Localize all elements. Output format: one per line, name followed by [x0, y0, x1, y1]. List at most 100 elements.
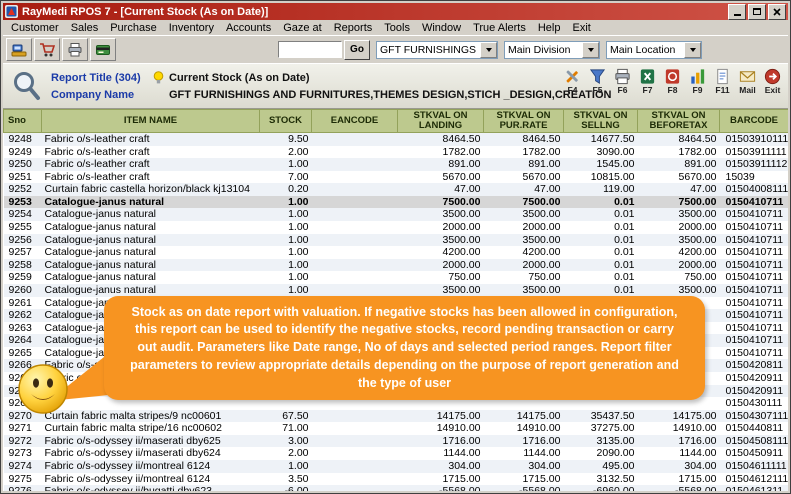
column-header-sno[interactable]: Sno — [4, 110, 42, 133]
sales-cart-button[interactable] — [34, 38, 60, 61]
export-pdf-button[interactable]: F8 — [660, 67, 685, 95]
go-button[interactable]: Go — [344, 40, 370, 60]
cell-sno: 9263 — [4, 322, 42, 335]
cell-sno: 9248 — [4, 133, 42, 146]
table-row[interactable]: 9275 Fabric o/s-odyssey ii/montreal 6124… — [4, 473, 789, 486]
column-header-stock[interactable]: STOCK — [260, 110, 312, 133]
notes-action-button[interactable]: F11 — [710, 67, 735, 95]
table-row[interactable]: 9272 Fabric o/s-odyssey ii/maserati dby6… — [4, 435, 789, 448]
table-row[interactable]: 9270 Curtain fabric malta stripes/9 nc00… — [4, 410, 789, 423]
menu-item[interactable]: True Alerts — [467, 22, 532, 34]
table-row[interactable]: 9271 Curtain fabric malta stripe/16 nc00… — [4, 422, 789, 435]
table-row[interactable]: 9260 Catalogue-janus natural 1.00 3500.0… — [4, 284, 789, 297]
cell-stkval-purrate: 7500.00 — [484, 196, 564, 209]
card-icon — [95, 42, 111, 58]
search-input[interactable] — [278, 41, 342, 58]
app-window: RayMedi RPOS 7 - [Current Stock (As on D… — [0, 0, 791, 494]
cell-stkval-beforetax: -5568.00 — [638, 485, 720, 491]
table-row[interactable]: 9276 Fabric o/s-odyssey ii/bugatti dby62… — [4, 485, 789, 491]
shopping-cart-icon — [39, 42, 55, 58]
cell-sno: 9254 — [4, 208, 42, 221]
table-row[interactable]: 9251 Fabric o/s-leather craft 7.00 5670.… — [4, 171, 789, 184]
menu-item[interactable]: Tools — [378, 22, 416, 34]
menu-item[interactable]: Purchase — [104, 22, 162, 34]
cell-item-name: Catalogue-janus natural — [42, 208, 260, 221]
cell-stkval-purrate: 891.00 — [484, 158, 564, 171]
table-row[interactable]: 9258 Catalogue-janus natural 1.00 2000.0… — [4, 259, 789, 272]
menu-item[interactable]: Window — [416, 22, 467, 34]
cell-eancode — [312, 259, 398, 272]
cell-item-name: Fabric o/s-leather craft — [42, 133, 260, 146]
division-filter-dropdown[interactable]: Main Division — [504, 41, 600, 59]
cell-eancode — [312, 422, 398, 435]
table-row[interactable]: 9257 Catalogue-janus natural 1.00 4200.0… — [4, 246, 789, 259]
cell-stkval-beforetax: 1144.00 — [638, 447, 720, 460]
column-header-eancode[interactable]: EANCODE — [312, 110, 398, 133]
column-header-stkval-purrate[interactable]: STKVAL ON PUR.RATE — [484, 110, 564, 133]
payment-card-button[interactable] — [90, 38, 116, 61]
chart-icon — [688, 67, 707, 86]
company-filter-dropdown[interactable]: GFT FURNISHINGS — [376, 41, 498, 59]
cell-stkval-purrate: 1716.00 — [484, 435, 564, 448]
table-row[interactable]: 9255 Catalogue-janus natural 1.00 2000.0… — [4, 221, 789, 234]
cell-eancode — [312, 246, 398, 259]
cell-stkval-purrate: -5568.00 — [484, 485, 564, 491]
pos-register-button[interactable] — [6, 38, 32, 61]
configure-action-button[interactable]: F4 — [560, 67, 585, 95]
menu-item[interactable]: Exit — [566, 22, 596, 34]
menu-item[interactable]: Help — [532, 22, 567, 34]
cell-stkval-landing: 5670.00 — [398, 171, 484, 184]
cell-stkval-beforetax: 3500.00 — [638, 284, 720, 297]
menu-item[interactable]: Sales — [65, 22, 105, 34]
menu-item[interactable]: Inventory — [163, 22, 220, 34]
cell-barcode: 0150410711 — [720, 284, 789, 297]
cell-sno: 9249 — [4, 146, 42, 159]
action-label: F5 — [593, 86, 603, 95]
cell-sno: 9275 — [4, 473, 42, 486]
column-header-stkval-sellng[interactable]: STKVAL ON SELLNG — [564, 110, 638, 133]
minimize-button[interactable] — [728, 4, 746, 20]
cell-barcode: 0150410711 — [720, 196, 789, 209]
cell-stkval-beforetax: 14175.00 — [638, 410, 720, 423]
cell-stkval-landing: 1715.00 — [398, 473, 484, 486]
table-row[interactable]: 9252 Curtain fabric castella horizon/bla… — [4, 183, 789, 196]
cell-item-name: Fabric o/s-odyssey ii/maserati dby625 — [42, 435, 260, 448]
filter-action-button[interactable]: F5 — [585, 67, 610, 95]
column-header-stkval-landing[interactable]: STKVAL ON LANDING — [398, 110, 484, 133]
table-row[interactable]: 9250 Fabric o/s-leather craft 1.00 891.0… — [4, 158, 789, 171]
mail-action-button[interactable]: Mail — [735, 67, 760, 95]
close-button[interactable] — [768, 4, 786, 20]
column-header-item-name[interactable]: ITEM NAME — [42, 110, 260, 133]
cell-stock: 2.00 — [260, 146, 312, 159]
table-row[interactable]: 9256 Catalogue-janus natural 1.00 3500.0… — [4, 234, 789, 247]
menu-item[interactable]: Customer — [5, 22, 65, 34]
report-header-text: Report Title (304) Current Stock (As on … — [51, 71, 611, 101]
menu-item[interactable]: Reports — [328, 22, 379, 34]
cell-stkval-purrate: 304.00 — [484, 460, 564, 473]
column-header-stkval-beforetax[interactable]: STKVAL ON BEFORETAX — [638, 110, 720, 133]
menu-item[interactable]: Accounts — [220, 22, 277, 34]
print-action-button[interactable]: F6 — [610, 67, 635, 95]
table-row[interactable]: 9249 Fabric o/s-leather craft 2.00 1782.… — [4, 146, 789, 159]
table-row[interactable]: 9253 Catalogue-janus natural 1.00 7500.0… — [4, 196, 789, 209]
table-row[interactable]: 9259 Catalogue-janus natural 1.00 750.00… — [4, 271, 789, 284]
table-row[interactable]: 9274 Fabric o/s-odyssey ii/montreal 6124… — [4, 460, 789, 473]
print-receipt-button[interactable] — [62, 38, 88, 61]
export-excel-button[interactable]: F7 — [635, 67, 660, 95]
location-filter-dropdown[interactable]: Main Location — [606, 41, 702, 59]
cell-eancode — [312, 158, 398, 171]
cell-sno: 9257 — [4, 246, 42, 259]
cell-stock: 1.00 — [260, 246, 312, 259]
maximize-button[interactable] — [748, 4, 766, 20]
menu-item[interactable]: Gaze at — [277, 22, 328, 34]
chart-action-button[interactable]: F9 — [685, 67, 710, 95]
cell-eancode — [312, 435, 398, 448]
cell-barcode: 0150461311 — [720, 485, 789, 491]
table-row[interactable]: 9254 Catalogue-janus natural 1.00 3500.0… — [4, 208, 789, 221]
table-row[interactable]: 9248 Fabric o/s-leather craft 9.50 8464.… — [4, 133, 789, 146]
cell-stkval-landing: 47.00 — [398, 183, 484, 196]
column-header-barcode[interactable]: BARCODE — [720, 110, 789, 133]
table-row[interactable]: 9273 Fabric o/s-odyssey ii/maserati dby6… — [4, 447, 789, 460]
exit-action-button[interactable]: Exit — [760, 67, 785, 95]
division-filter-value: Main Division — [508, 44, 570, 56]
